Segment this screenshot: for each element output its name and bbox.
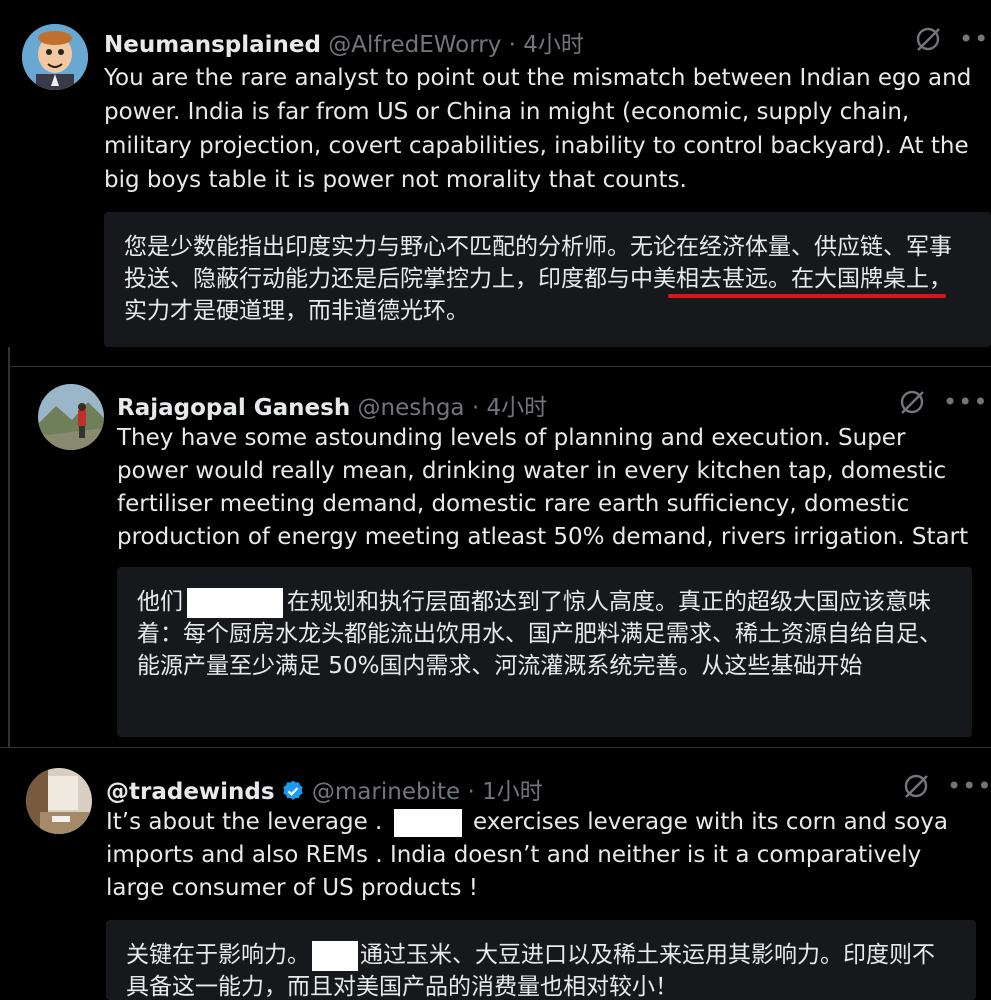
tweet-text-start: It’s about the leverage . xyxy=(106,809,383,835)
separator: · xyxy=(464,395,487,421)
avatar-cartoon-face-icon xyxy=(22,24,88,90)
tweet-text: It’s about the leverage . exercises leve… xyxy=(106,806,981,905)
tweet-header: Neumansplained @AlfredEWorry · 4小时 xyxy=(104,25,584,59)
author-handle[interactable]: @marinebite xyxy=(312,779,460,805)
tweet-2[interactable]: Rajagopal Ganesh @neshga · 4小时 ••• They … xyxy=(0,366,991,748)
tweet-header: Rajagopal Ganesh @neshga · 4小时 xyxy=(117,388,547,422)
translation-text-start: 关键在于影响力。 xyxy=(126,942,310,968)
avatar[interactable] xyxy=(26,768,92,834)
author-name[interactable]: Rajagopal Ganesh xyxy=(117,395,350,421)
translation-text-start: 他们 xyxy=(137,589,183,615)
tweet-actions: ••• xyxy=(915,26,991,52)
tweet-3[interactable]: @tradewinds @marinebite · 1小时 ••• It’s a… xyxy=(0,748,991,1000)
translation-box: 他们 在规划和执行层面都达到了惊人高度。真正的超级大国应该意味着：每个厨房水龙头都… xyxy=(117,567,972,737)
separator: · xyxy=(501,32,524,58)
translation-text: 您是少数能指出印度实力与野心不匹配的分析师。无论在经济体量、供应链、军事投送、隐… xyxy=(124,234,952,324)
redaction-box xyxy=(312,940,358,971)
translation-box: 关键在于影响力。 通过玉米、大豆进口以及稀土来运用其影响力。印度则不具备这一能力，… xyxy=(106,920,976,1000)
avatar-room-photo-icon xyxy=(26,768,92,834)
separator: · xyxy=(460,779,483,805)
grok-icon[interactable] xyxy=(915,26,941,52)
avatar-mountain-photo-icon xyxy=(38,384,104,450)
more-options-icon[interactable]: ••• xyxy=(947,774,991,798)
red-underline-annotation xyxy=(668,294,946,298)
timestamp[interactable]: 4小时 xyxy=(486,395,547,421)
author-name[interactable]: Neumansplained xyxy=(104,32,321,58)
author-name[interactable]: @tradewinds xyxy=(106,779,275,805)
grok-icon[interactable] xyxy=(899,389,925,415)
tweet-header: @tradewinds @marinebite · 1小时 xyxy=(106,772,543,806)
tweet-actions: ••• xyxy=(899,389,988,415)
avatar[interactable] xyxy=(38,384,104,450)
timestamp[interactable]: 1小时 xyxy=(482,779,543,805)
redaction-box xyxy=(393,808,462,837)
translation-box: 您是少数能指出印度实力与野心不匹配的分析师。无论在经济体量、供应链、军事投送、隐… xyxy=(104,212,991,347)
grok-icon[interactable] xyxy=(903,773,929,799)
author-handle[interactable]: @neshga xyxy=(358,395,465,421)
verified-badge-icon xyxy=(282,780,303,800)
avatar[interactable] xyxy=(22,24,88,90)
more-options-icon[interactable]: ••• xyxy=(959,27,991,51)
more-options-icon[interactable]: ••• xyxy=(943,390,988,414)
tweet-actions: ••• xyxy=(903,773,991,799)
tweet-1[interactable]: Neumansplained @AlfredEWorry · 4小时 ••• Y… xyxy=(0,0,991,347)
author-handle[interactable]: @AlfredEWorry xyxy=(328,32,501,58)
tweet-text: They have some astounding levels of plan… xyxy=(117,425,969,550)
tweet-text: You are the rare analyst to point out th… xyxy=(104,65,972,193)
redaction-box xyxy=(187,587,283,618)
timestamp[interactable]: 4小时 xyxy=(523,32,584,58)
